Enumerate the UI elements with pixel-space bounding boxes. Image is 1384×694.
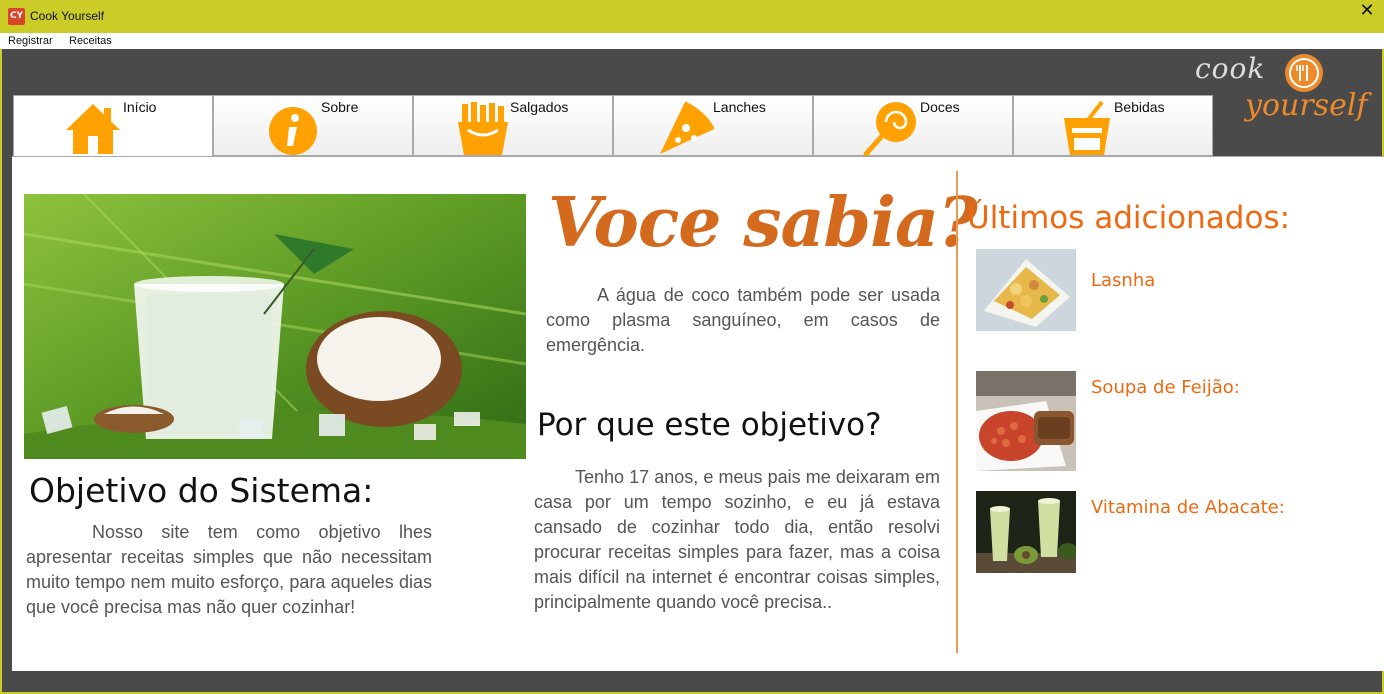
- recipe-thumb-vitamina-abacate[interactable]: [976, 491, 1076, 573]
- info-icon: [269, 107, 317, 155]
- tab-inicio[interactable]: Início: [13, 95, 213, 157]
- logo-utensils-icon: [1285, 54, 1323, 92]
- objective-title: Objetivo do Sistema:: [29, 471, 374, 510]
- recipe-name-sopa-feijao[interactable]: Soupa de Feijão:: [1091, 377, 1240, 398]
- fact-title: Voce sabia?: [548, 183, 978, 263]
- window-title: Cook Yourself: [30, 9, 105, 23]
- menu-registrar[interactable]: Registrar: [8, 35, 53, 47]
- tab-sobre-label: Sobre: [321, 99, 359, 115]
- tab-lanches[interactable]: Lanches: [613, 95, 813, 156]
- tab-bebidas[interactable]: Bebidas: [1013, 95, 1213, 156]
- why-title: Por que este objetivo?: [537, 407, 882, 443]
- drink-icon: [1064, 100, 1110, 155]
- fries-icon: [458, 102, 508, 155]
- tab-bebidas-label: Bebidas: [1114, 99, 1165, 115]
- tab-lanches-label: Lanches: [713, 99, 766, 115]
- tab-inicio-label: Início: [123, 99, 157, 115]
- latest-title: Últimos adicionados:: [967, 200, 1291, 236]
- tab-salgados-label: Salgados: [510, 99, 569, 115]
- logo-yourself-text: yourself: [1245, 88, 1368, 123]
- sidebar-divider: [956, 171, 958, 653]
- menu-bar: Registrar Receitas: [0, 33, 1384, 49]
- fact-text: A água de coco também pode ser usada com…: [546, 285, 940, 355]
- tab-salgados[interactable]: Salgados: [413, 95, 613, 156]
- menu-receitas[interactable]: Receitas: [69, 35, 112, 47]
- tab-doces[interactable]: Doces: [813, 95, 1013, 156]
- objective-text: Nosso site tem como objetivo lhes aprese…: [26, 522, 432, 617]
- recipe-thumb-sopa-feijao[interactable]: [976, 371, 1076, 471]
- recipe-name-lasanha[interactable]: Lasnha: [1091, 270, 1155, 291]
- house-icon: [66, 104, 120, 154]
- logo: cook yourself: [1190, 50, 1384, 130]
- title-bar: CY Cook Yourself ✕: [0, 0, 1384, 33]
- why-text: Tenho 17 anos, e meus pais me deixaram e…: [534, 467, 940, 612]
- tab-sobre[interactable]: Sobre: [213, 95, 413, 156]
- close-button[interactable]: ✕: [1350, 0, 1384, 33]
- lollipop-icon: [863, 102, 916, 156]
- pizza-icon: [660, 101, 714, 154]
- tab-doces-label: Doces: [920, 99, 960, 115]
- app-icon: CY: [8, 8, 25, 25]
- recipe-name-vitamina-abacate[interactable]: Vitamina de Abacate:: [1091, 497, 1285, 518]
- recipe-thumb-lasanha[interactable]: [976, 249, 1076, 331]
- logo-cook-text: cook: [1195, 52, 1266, 85]
- coconut-water-image: [24, 194, 526, 459]
